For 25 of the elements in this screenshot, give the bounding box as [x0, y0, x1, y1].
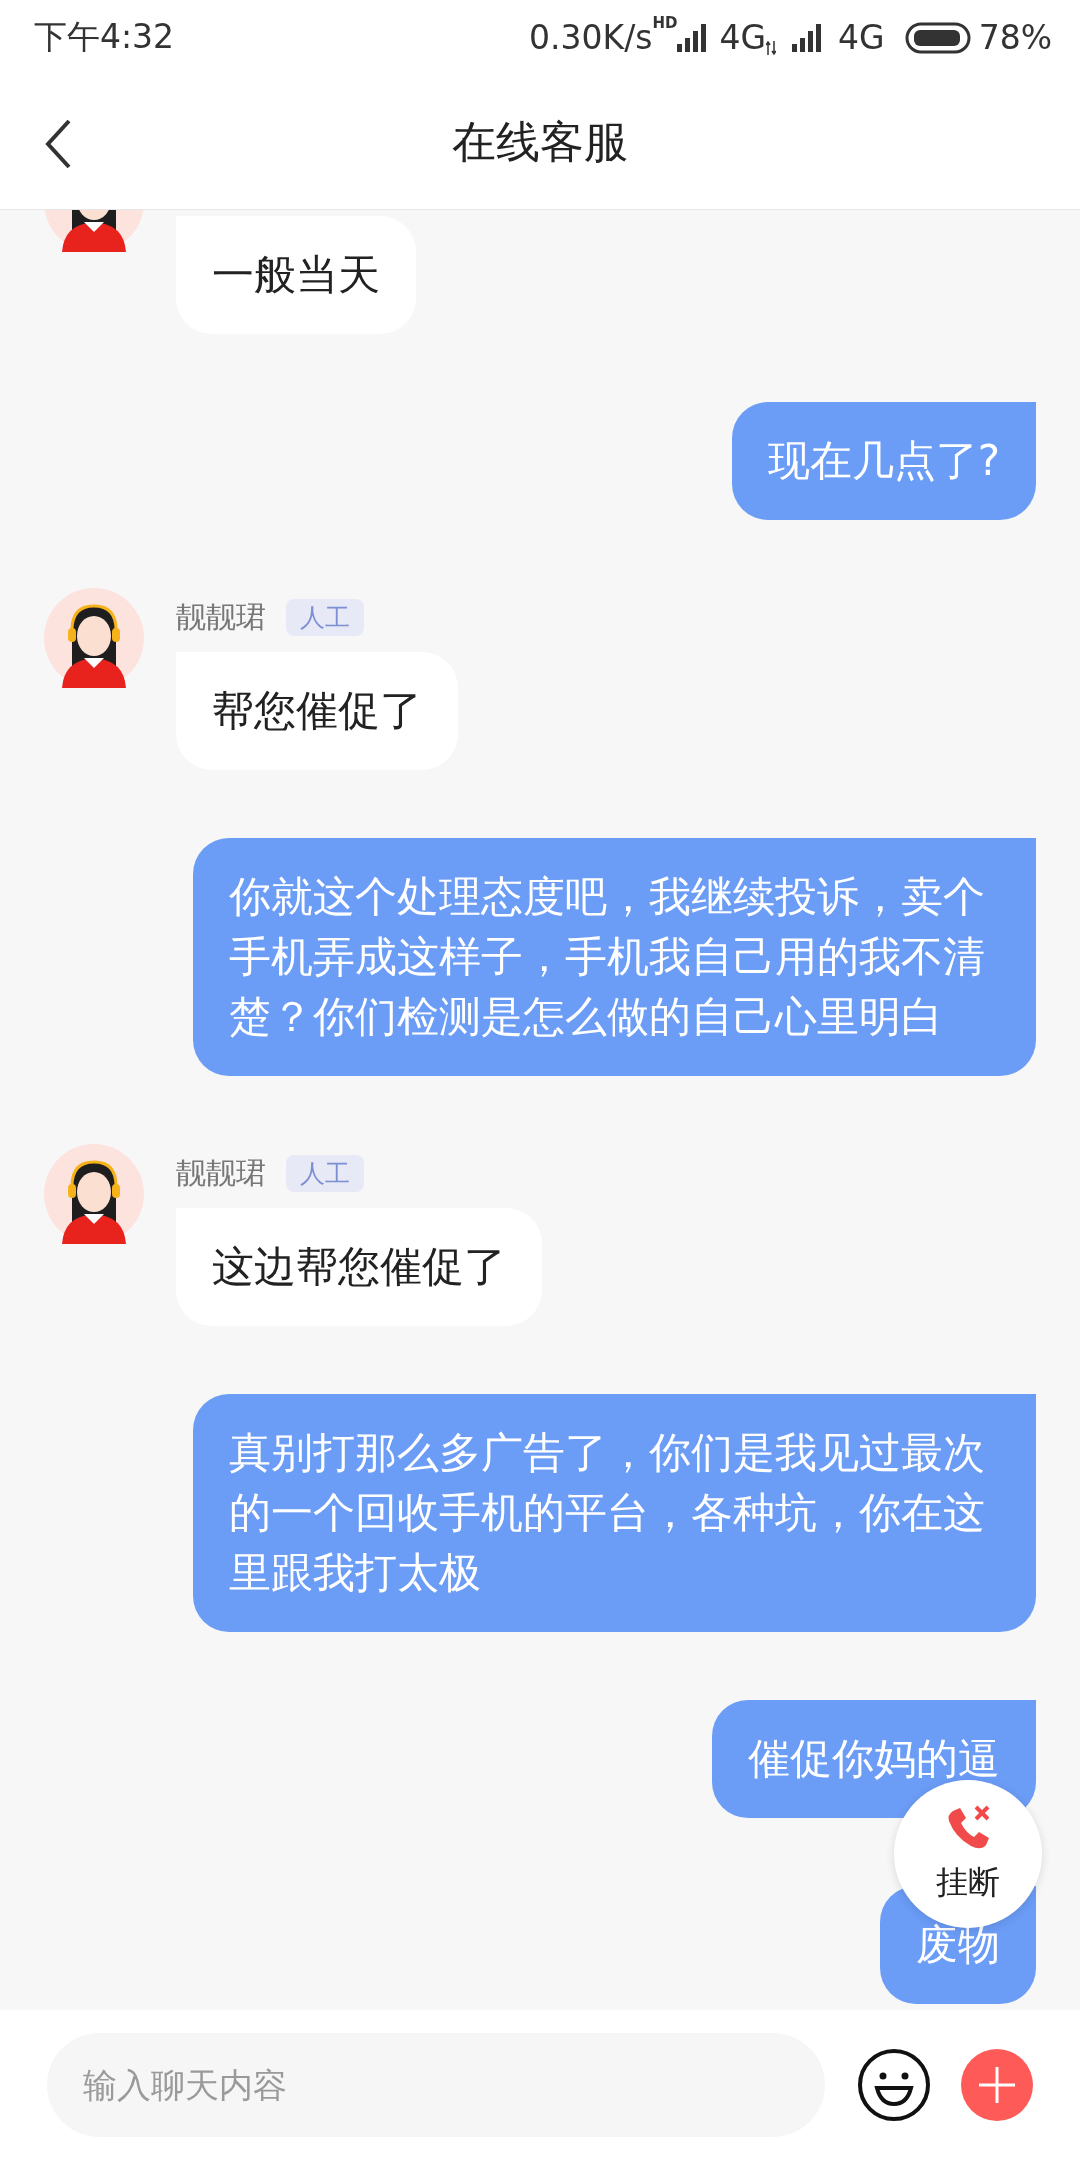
- agent-name: 靓靓珺: [176, 597, 266, 636]
- agent-tag: 人工: [286, 1154, 364, 1192]
- message-bubble: 一般当天: [176, 216, 416, 334]
- agent-tag: 人工: [286, 598, 364, 636]
- message-bubble: 催促你妈的逼: [712, 1700, 1036, 1818]
- signal-icon: [677, 23, 708, 52]
- input-field[interactable]: 输入聊天内容: [47, 2033, 825, 2137]
- agent-name: 靓靓珺: [176, 1153, 266, 1192]
- emoji-button[interactable]: [857, 2048, 931, 2122]
- message-bubble: 这边帮您催促了: [176, 1208, 542, 1326]
- hd-label: HD: [652, 14, 678, 32]
- message-bubble: 现在几点了?: [731, 402, 1036, 520]
- network-type: 4G: [838, 18, 885, 57]
- add-button[interactable]: [961, 2049, 1033, 2121]
- battery-percent: 78%: [978, 18, 1052, 57]
- message-bubble: 你就这个处理态度吧，我继续投诉，卖个手机弄成这样子，手机我自己用的我不清楚？你们检测是怎么做的自己心里明白: [193, 838, 1036, 1076]
- message-bubble: 真别打那么多广告了，你们是我见过最次的一个回收手机的平台，各种坑，你在这里跟我打太极: [193, 1394, 1036, 1632]
- battery-icon: [904, 21, 971, 54]
- status-time: 下午4:32: [34, 16, 175, 58]
- signal-icon: [792, 23, 823, 52]
- data-arrows-icon: [766, 41, 777, 55]
- network-speed: 0.30K/s: [529, 18, 653, 57]
- network-type: 4G: [719, 18, 767, 57]
- message-bubble: 帮您催促了: [176, 652, 458, 770]
- page-title: 在线客服: [452, 114, 628, 169]
